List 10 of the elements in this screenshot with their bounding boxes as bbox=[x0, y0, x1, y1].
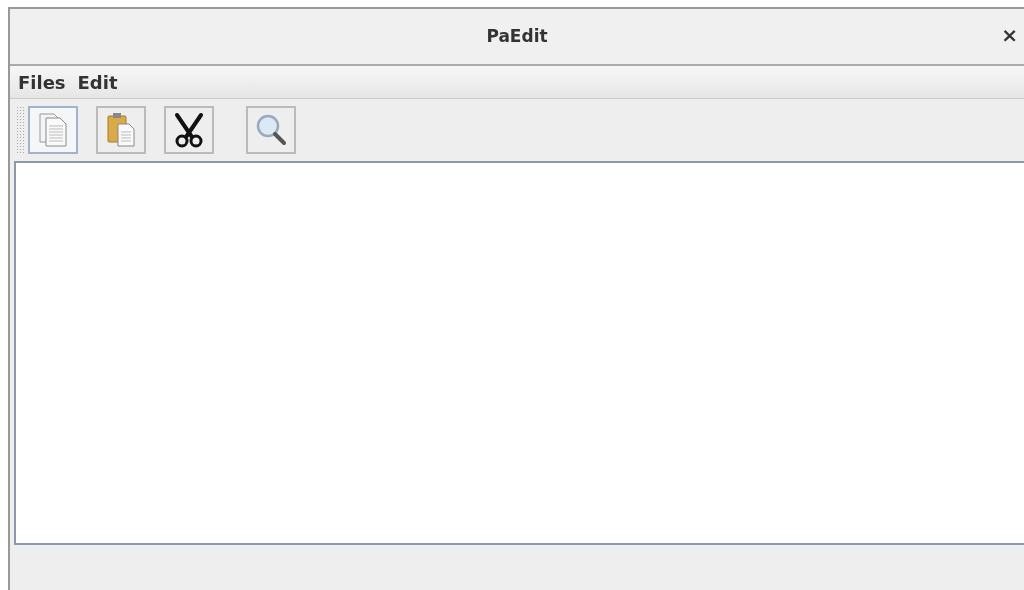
toolbar-button[interactable] bbox=[246, 106, 296, 154]
search-icon bbox=[255, 112, 287, 148]
close-button[interactable]: × bbox=[997, 25, 1022, 45]
toolbar-button[interactable] bbox=[164, 106, 214, 154]
scissors-icon bbox=[173, 112, 205, 148]
documents-icon bbox=[38, 112, 68, 148]
window-title: PaEdit bbox=[486, 24, 548, 48]
menu-item[interactable]: Files bbox=[18, 68, 66, 96]
menu-item[interactable]: Edit bbox=[77, 68, 118, 96]
clipboard-icon bbox=[106, 112, 136, 148]
